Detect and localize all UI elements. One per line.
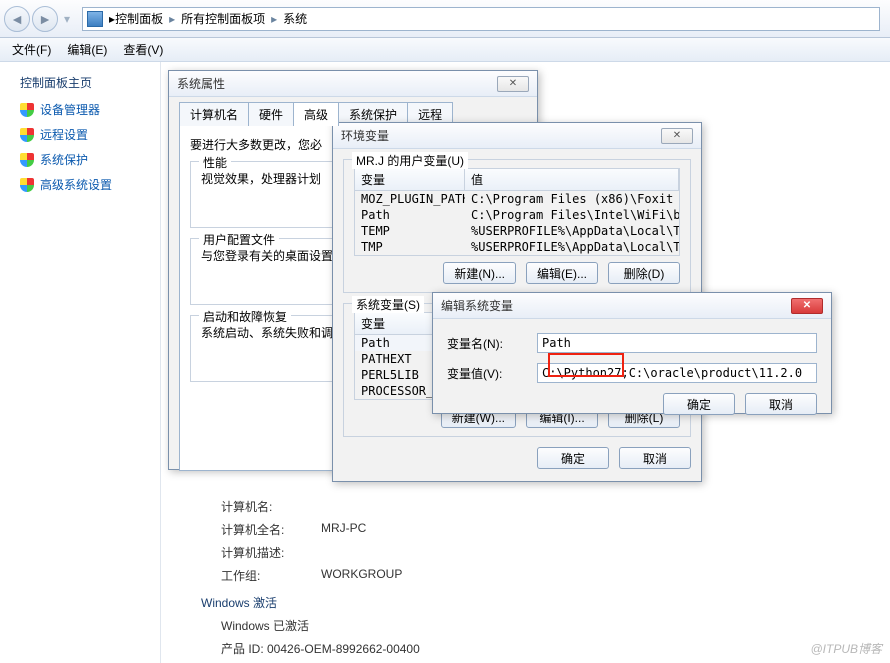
- user-var-list[interactable]: MOZ_PLUGIN_PATHC:\Program Files (x86)\Fo…: [354, 191, 680, 256]
- sidebar: 控制面板主页 设备管理器 远程设置 系统保护 高级系统设置: [0, 62, 160, 201]
- ok-button[interactable]: 确定: [663, 393, 735, 415]
- group-user-vars: MR.J 的用户变量(U) 变量 值 MOZ_PLUGIN_PATHC:\Pro…: [343, 159, 691, 293]
- sidebar-item-label: 系统保护: [40, 151, 88, 168]
- label-workgroup: 工作组:: [221, 567, 321, 584]
- address-bar: ◄ ► ▾ ▸ 控制面板 ▸ 所有控制面板项 ▸ 系统: [0, 0, 890, 38]
- group-label: 用户配置文件: [199, 231, 279, 248]
- sidebar-item-label: 设备管理器: [40, 101, 100, 118]
- label-var-name: 变量名(N):: [447, 335, 537, 352]
- control-panel-icon: [87, 11, 103, 27]
- crumb[interactable]: 所有控制面板项: [181, 10, 265, 27]
- list-row[interactable]: TEMP%USERPROFILE%\AppData\Local\Temp: [355, 223, 679, 239]
- crumb[interactable]: 控制面板: [115, 10, 163, 27]
- menu-file[interactable]: 文件(F): [6, 39, 57, 60]
- shield-icon: [20, 103, 34, 117]
- dialog-title-bar[interactable]: 环境变量 ✕: [333, 123, 701, 149]
- label-computer-name: 计算机名:: [221, 498, 321, 515]
- dialog-buttons: 确定 取消: [343, 447, 691, 469]
- label-var-value: 变量值(V):: [447, 365, 537, 382]
- dialog-title: 编辑系统变量: [441, 297, 513, 314]
- group-label: MR.J 的用户变量(U): [352, 152, 468, 169]
- watermark: @ITPUB博客: [810, 640, 882, 657]
- close-icon[interactable]: ✕: [791, 298, 823, 314]
- dialog-title: 系统属性: [177, 75, 225, 92]
- tab-computer-name[interactable]: 计算机名: [179, 102, 249, 126]
- ok-button[interactable]: 确定: [537, 447, 609, 469]
- close-icon[interactable]: ✕: [661, 128, 693, 144]
- sidebar-item-remote[interactable]: 远程设置: [20, 126, 160, 143]
- dialog-title-bar[interactable]: 系统属性 ✕: [169, 71, 537, 97]
- edit-button[interactable]: 编辑(E)...: [526, 262, 598, 284]
- dialog-edit-var: 编辑系统变量 ✕ 变量名(N): 变量值(V): 确定 取消: [432, 292, 832, 414]
- dialog-title-bar[interactable]: 编辑系统变量 ✕: [433, 293, 831, 319]
- menu-edit[interactable]: 编辑(E): [61, 39, 113, 60]
- menu-bar: 文件(F) 编辑(E) 查看(V): [0, 38, 890, 62]
- shield-icon: [20, 153, 34, 167]
- field-var-name: 变量名(N):: [447, 333, 817, 353]
- sidebar-item-device-manager[interactable]: 设备管理器: [20, 101, 160, 118]
- value-activation-status: Windows 已激活: [221, 617, 309, 634]
- label-description: 计算机描述:: [221, 544, 321, 561]
- sidebar-item-label: 高级系统设置: [40, 176, 112, 193]
- forward-button[interactable]: ►: [32, 6, 58, 32]
- sidebar-item-system-protection[interactable]: 系统保护: [20, 151, 160, 168]
- value-product-id: 产品 ID: 00426-OEM-8992662-00400: [221, 640, 420, 657]
- crumb-sep: ▸: [169, 12, 175, 26]
- chevron-down-icon[interactable]: ▾: [64, 12, 70, 26]
- new-button[interactable]: 新建(N)...: [443, 262, 516, 284]
- group-label: 启动和故障恢复: [199, 308, 291, 325]
- sidebar-item-label: 远程设置: [40, 126, 88, 143]
- delete-button[interactable]: 删除(D): [608, 262, 680, 284]
- sidebar-item-advanced-settings[interactable]: 高级系统设置: [20, 176, 160, 193]
- close-icon[interactable]: ✕: [497, 76, 529, 92]
- value-full-name: MRJ-PC: [321, 521, 366, 538]
- dialog-title: 环境变量: [341, 127, 389, 144]
- cancel-button[interactable]: 取消: [619, 447, 691, 469]
- shield-icon: [20, 128, 34, 142]
- col-header-val[interactable]: 值: [465, 169, 679, 190]
- value-workgroup: WORKGROUP: [321, 567, 402, 584]
- shield-icon: [20, 178, 34, 192]
- input-var-name[interactable]: [537, 333, 817, 353]
- cancel-button[interactable]: 取消: [745, 393, 817, 415]
- button-row: 新建(N)... 编辑(E)... 删除(D): [354, 262, 680, 284]
- crumb-sep: ▸: [271, 12, 277, 26]
- heading-activation: Windows 激活: [201, 594, 890, 611]
- list-row[interactable]: MOZ_PLUGIN_PATHC:\Program Files (x86)\Fo…: [355, 191, 679, 207]
- group-label: 性能: [199, 154, 231, 171]
- sidebar-title[interactable]: 控制面板主页: [20, 74, 160, 91]
- tab-hardware[interactable]: 硬件: [248, 102, 294, 126]
- menu-view[interactable]: 查看(V): [117, 39, 169, 60]
- list-header: 变量 值: [354, 168, 680, 191]
- label-full-name: 计算机全名:: [221, 521, 321, 538]
- list-row[interactable]: TMP%USERPROFILE%\AppData\Local\Temp: [355, 239, 679, 255]
- breadcrumb[interactable]: ▸ 控制面板 ▸ 所有控制面板项 ▸ 系统: [82, 7, 880, 31]
- tab-advanced[interactable]: 高级: [293, 102, 339, 126]
- list-row[interactable]: PathC:\Program Files\Intel\WiFi\bin...: [355, 207, 679, 223]
- input-var-value[interactable]: [537, 363, 817, 383]
- crumb[interactable]: 系统: [283, 10, 307, 27]
- field-var-value: 变量值(V):: [447, 363, 817, 383]
- dialog-buttons: 确定 取消: [447, 393, 817, 415]
- col-header-var[interactable]: 变量: [355, 169, 465, 190]
- group-label: 系统变量(S): [352, 296, 424, 313]
- back-button[interactable]: ◄: [4, 6, 30, 32]
